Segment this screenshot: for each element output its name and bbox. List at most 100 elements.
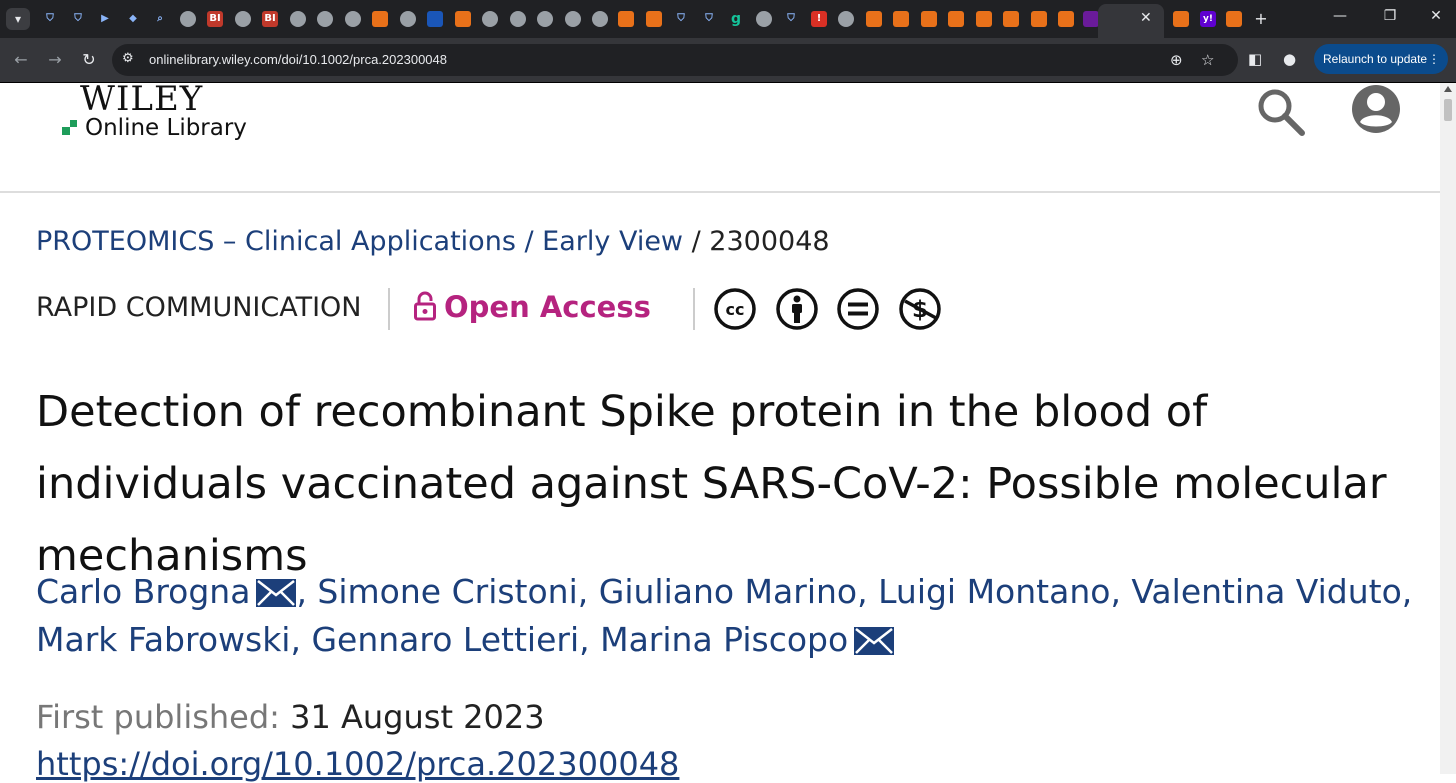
scroll-thumb[interactable] — [1444, 99, 1452, 121]
globe-icon[interactable] — [180, 11, 196, 27]
globe-icon[interactable] — [592, 11, 608, 27]
url-text[interactable]: onlinelibrary.wiley.com/doi/10.1002/prca… — [149, 52, 447, 67]
globe-icon[interactable] — [235, 11, 251, 27]
open-access-label: Open Access — [444, 290, 651, 324]
globe-icon[interactable] — [290, 11, 306, 27]
bookmark-icon[interactable] — [618, 11, 634, 27]
globe-icon[interactable] — [537, 11, 553, 27]
close-tab-icon[interactable]: ✕ — [1140, 10, 1152, 26]
globe-icon[interactable] — [482, 11, 498, 27]
tab-favicon-icon[interactable]: y! — [1200, 11, 1216, 27]
site-info-icon[interactable]: ⚙ — [122, 51, 134, 66]
divider — [693, 288, 695, 330]
article-title: Detection of recombinant Spike protein i… — [36, 387, 1387, 581]
author-link[interactable]: Luigi Montano — [878, 572, 1110, 611]
online-library-logo[interactable]: Online Library — [85, 115, 247, 141]
tab-favicon-icon[interactable] — [455, 11, 471, 27]
browser-toolbar: ← → ↻ ⚙ onlinelibrary.wiley.com/doi/10.1… — [0, 38, 1456, 83]
divider — [388, 288, 390, 330]
bookmark-icon[interactable] — [1003, 11, 1019, 27]
author-link[interactable]: Simone Cristoni — [317, 572, 577, 611]
email-icon[interactable] — [854, 627, 895, 655]
tab-favicon-icon[interactable]: ⛉ — [70, 11, 86, 27]
relaunch-label: Relaunch to update — [1323, 52, 1428, 66]
globe-icon[interactable] — [565, 11, 581, 27]
restore-icon[interactable]: ❐ — [1372, 8, 1408, 24]
mail-icon[interactable] — [1083, 11, 1099, 27]
creative-commons-icon[interactable]: cc — [714, 288, 756, 330]
close-window-icon[interactable]: ✕ — [1418, 8, 1454, 24]
tab-favicon-icon[interactable]: ⛉ — [42, 11, 58, 27]
zoom-icon[interactable]: ⊕ — [1170, 51, 1183, 69]
bookmark-icon[interactable] — [893, 11, 909, 27]
tab-favicon-icon[interactable]: ◆ — [125, 11, 141, 27]
author-separator: , — [577, 572, 599, 611]
back-icon[interactable]: ← — [10, 50, 32, 69]
minimize-icon[interactable]: — — [1322, 8, 1358, 24]
attribution-icon[interactable] — [776, 288, 818, 330]
globe-icon[interactable] — [838, 11, 854, 27]
tab-favicon-icon[interactable]: BI — [207, 11, 223, 27]
author-link[interactable]: Carlo Brogna — [36, 572, 250, 611]
tab-favicon-icon[interactable]: BI — [262, 11, 278, 27]
breadcrumb-journal[interactable]: PROTEOMICS – Clinical Applications — [36, 226, 516, 257]
bookmark-icon[interactable] — [372, 11, 388, 27]
bookmark-icon[interactable] — [646, 11, 662, 27]
globe-icon[interactable] — [400, 11, 416, 27]
scroll-up-icon[interactable] — [1444, 86, 1452, 92]
bookmark-icon[interactable] — [1058, 11, 1074, 27]
author-link[interactable]: Valentina Viduto — [1131, 572, 1401, 611]
bookmark-icon[interactable] — [1031, 11, 1047, 27]
search-icon[interactable] — [1256, 87, 1306, 137]
author-link[interactable]: Mark Fabrowski — [36, 620, 290, 659]
new-tab-icon[interactable]: + — [1253, 11, 1269, 27]
tab-favicon-icon[interactable]: ⛉ — [783, 11, 799, 27]
globe-icon[interactable] — [510, 11, 526, 27]
non-commercial-icon[interactable]: $ — [899, 288, 941, 330]
globe-icon[interactable] — [317, 11, 333, 27]
article-meta-row: RAPID COMMUNICATION Open Access cc $ — [36, 288, 1036, 332]
more-icon[interactable]: ⋮ — [1428, 44, 1440, 74]
author-separator: , — [579, 620, 601, 659]
globe-icon[interactable] — [345, 11, 361, 27]
author-separator: , — [1110, 572, 1132, 611]
tab-favicon-icon[interactable]: g — [728, 11, 744, 27]
author-link[interactable]: Gennaro Lettieri — [311, 620, 579, 659]
bookmark-icon[interactable] — [1226, 11, 1242, 27]
open-access-badge: Open Access — [414, 290, 651, 324]
bookmark-star-icon[interactable]: ☆ — [1201, 51, 1214, 69]
relaunch-button[interactable]: Relaunch to update ⋮ — [1314, 44, 1448, 74]
tab-favicon-icon[interactable]: ⛉ — [673, 11, 689, 27]
wiley-logo[interactable]: WILEY — [80, 79, 203, 119]
no-derivatives-icon[interactable] — [837, 288, 879, 330]
tab-favicon-icon[interactable]: ▶ — [97, 11, 113, 27]
tab-favicon-icon[interactable] — [427, 11, 443, 27]
article-type: RAPID COMMUNICATION — [36, 292, 362, 323]
tab-search-button[interactable]: ▾ — [6, 8, 30, 30]
account-icon[interactable] — [1350, 83, 1402, 135]
email-icon[interactable] — [256, 579, 297, 607]
author-link[interactable]: Giuliano Marino — [599, 572, 857, 611]
tab-favicon-icon[interactable]: ⌕ — [152, 11, 168, 27]
address-bar[interactable]: ⚙ onlinelibrary.wiley.com/doi/10.1002/pr… — [112, 44, 1238, 76]
tab-favicon-icon[interactable]: ! — [811, 11, 827, 27]
doi-link[interactable]: https://doi.org/10.1002/prca.202300048 — [36, 745, 679, 783]
bookmark-icon[interactable] — [1173, 11, 1189, 27]
bookmark-icon[interactable] — [921, 11, 937, 27]
author-separator: , — [296, 572, 318, 611]
reload-icon[interactable]: ↻ — [78, 50, 100, 69]
breadcrumb-separator: / — [691, 226, 710, 257]
globe-icon[interactable] — [756, 11, 772, 27]
forward-icon[interactable]: → — [44, 50, 66, 69]
tab-favicon-icon[interactable]: ⛉ — [701, 11, 717, 27]
page-scrollbar[interactable] — [1440, 83, 1456, 774]
bookmark-icon[interactable] — [948, 11, 964, 27]
active-tab[interactable]: ✕ — [1098, 4, 1164, 38]
first-published-label: First published: — [36, 698, 280, 736]
side-panel-icon[interactable]: ◧ — [1248, 50, 1262, 68]
bookmark-icon[interactable] — [976, 11, 992, 27]
bookmark-icon[interactable] — [866, 11, 882, 27]
profile-icon[interactable]: ● — [1283, 50, 1296, 68]
breadcrumb-section[interactable]: Early View — [542, 226, 683, 257]
author-link[interactable]: Marina Piscopo — [600, 620, 848, 659]
